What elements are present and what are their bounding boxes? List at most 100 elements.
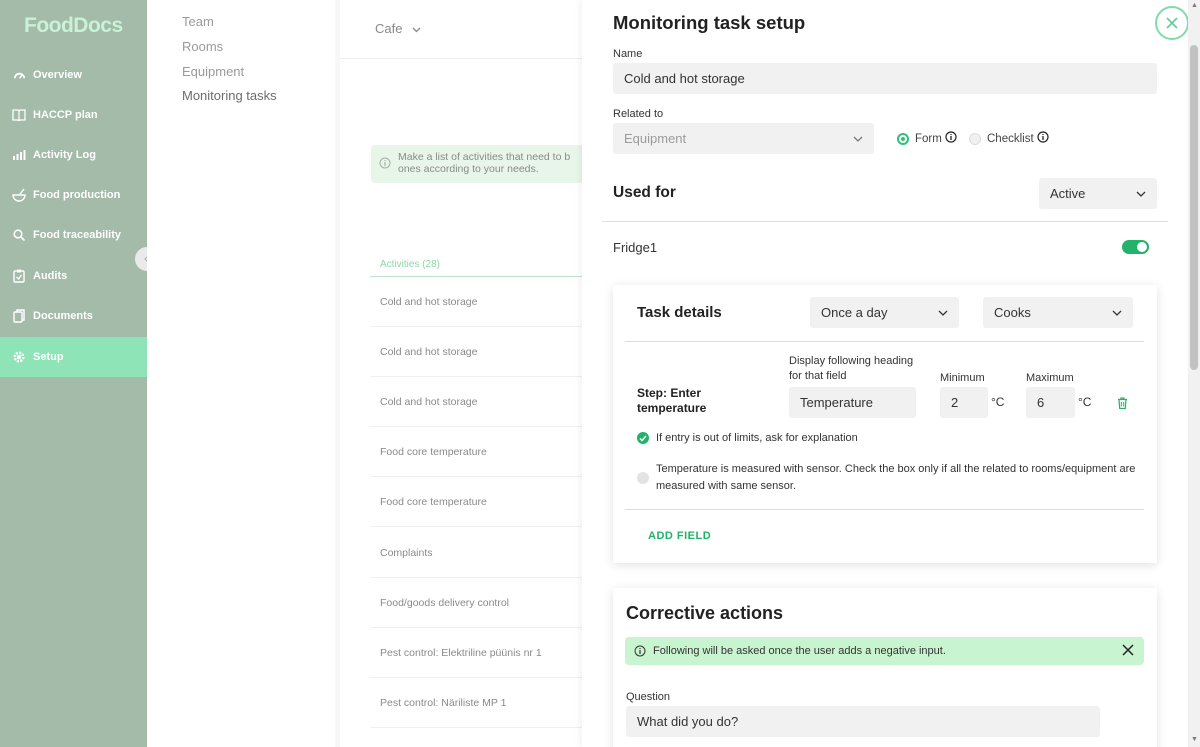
location-select[interactable]: Cafe [375, 21, 421, 36]
radio-form[interactable]: Form [897, 131, 957, 146]
close-icon[interactable] [1122, 644, 1134, 659]
maximum-unit: °C [1078, 395, 1092, 409]
bowl-icon [12, 188, 26, 202]
list-item[interactable]: Cold and hot storage [370, 277, 585, 327]
radio-form-label: Form [915, 132, 942, 145]
heading-value: Temperature [800, 395, 873, 410]
question-label: Question [626, 691, 671, 703]
maximum-input[interactable]: 6 [1026, 387, 1075, 418]
name-value: Cold and hot storage [624, 71, 745, 86]
heading-label: Display following heading for that field [789, 355, 914, 382]
activities-pane: Cafe Make a list of activities that need… [340, 0, 585, 747]
scroll-up-icon[interactable]: ▲ [1191, 2, 1198, 9]
related-to-select[interactable]: Equipment [613, 123, 874, 154]
gear-icon [12, 350, 26, 364]
documents-icon [12, 309, 26, 323]
subnav-item-team[interactable]: Team [182, 14, 214, 29]
frequency-select[interactable]: Once a day [810, 297, 959, 328]
add-field-button[interactable]: ADD FIELD [648, 530, 711, 542]
sidebar-item-label: Activity Log [33, 149, 96, 161]
checkbox-checked[interactable] [637, 432, 649, 444]
radio-dot-selected[interactable] [897, 132, 909, 145]
list-item[interactable]: Food core temperature [370, 427, 585, 477]
close-panel-button[interactable] [1155, 6, 1189, 40]
list-item[interactable]: Cold and hot storage [370, 327, 585, 377]
radio-checklist[interactable]: Checklist [969, 131, 1049, 146]
radio-dot[interactable] [969, 132, 981, 145]
divider [602, 221, 1168, 222]
role-select[interactable]: Cooks [983, 297, 1133, 328]
chevron-down-icon [412, 27, 421, 33]
scrollbar[interactable]: ▲ ▼ [1188, 0, 1200, 747]
activities-header: Activities (28) [380, 259, 441, 270]
bar-chart-icon [12, 148, 26, 162]
sidebar-item-setup[interactable]: Setup [0, 337, 147, 377]
question-input[interactable]: What did you do? [626, 706, 1100, 737]
sidebar-item-label: Food production [33, 189, 121, 201]
app-logo[interactable]: FoodDocs [24, 14, 123, 38]
list-item[interactable]: Cold and hot storage [370, 377, 585, 427]
sidebar-item-audits[interactable]: Audits [0, 256, 147, 296]
equipment-toggle[interactable] [1122, 240, 1149, 254]
chevron-down-icon [1112, 310, 1122, 316]
checkbox-label: Temperature is measured with sensor. Che… [656, 463, 1136, 492]
info-icon[interactable] [1037, 131, 1049, 146]
minimum-input[interactable]: 2 [940, 387, 988, 418]
minimum-value: 2 [951, 395, 959, 410]
location-value: Cafe [375, 21, 403, 36]
explanation-checkbox-row[interactable]: If entry is out of limits, ask for expla… [637, 430, 1137, 447]
scroll-down-icon[interactable]: ▼ [1191, 736, 1198, 743]
sidebar-item-label: Setup [33, 351, 64, 363]
maximum-value: 6 [1037, 395, 1045, 410]
corrective-actions-card: Corrective actions Following will be ask… [613, 588, 1157, 747]
question-value: What did you do? [637, 714, 739, 729]
divider [340, 58, 585, 59]
sidebar-item-food-production[interactable]: Food production [0, 175, 147, 215]
status-select[interactable]: Active [1039, 178, 1157, 209]
used-for-title: Used for [613, 184, 676, 201]
step-label: Step: Enter temperature [637, 386, 707, 415]
sidebar-item-activity-log[interactable]: Activity Log [0, 135, 147, 175]
list-item[interactable]: Complaints [370, 528, 585, 578]
sidebar-item-label: Overview [33, 69, 82, 81]
sidebar-item-label: HACCP plan [33, 109, 98, 121]
minimum-unit: °C [991, 395, 1005, 409]
corrective-actions-title: Corrective actions [626, 603, 784, 623]
alert-text: Following will be asked once the user ad… [653, 645, 946, 657]
sidebar-item-label: Documents [33, 310, 93, 322]
task-details-card: Task details Once a day Cooks Step: Ente… [613, 285, 1157, 563]
related-to-value: Equipment [624, 131, 687, 146]
sidebar-item-haccp-plan[interactable]: HACCP plan [0, 95, 147, 135]
trash-icon[interactable] [1117, 396, 1128, 414]
sidebar-item-overview[interactable]: Overview [0, 55, 147, 95]
panel-title: Monitoring task setup [613, 12, 806, 33]
sensor-checkbox-row[interactable]: Temperature is measured with sensor. Che… [637, 461, 1137, 495]
minimum-label: Minimum [940, 372, 985, 384]
checkbox-unchecked[interactable] [637, 472, 649, 484]
subnav-item-monitoring-tasks[interactable]: Monitoring tasks [182, 88, 277, 103]
list-item[interactable]: Food core temperature [370, 477, 585, 527]
subnav-item-rooms[interactable]: Rooms [182, 39, 223, 54]
sidebar-item-documents[interactable]: Documents [0, 296, 147, 336]
list-item[interactable]: Pest control: Elektriline püünis nr 1 [370, 628, 585, 678]
info-icon[interactable] [945, 131, 957, 146]
status-value: Active [1050, 186, 1086, 201]
name-input[interactable]: Cold and hot storage [613, 63, 1157, 94]
chevron-down-icon [938, 310, 948, 316]
radio-checklist-label: Checklist [987, 132, 1034, 145]
divider [625, 509, 1144, 510]
role-value: Cooks [994, 305, 1031, 320]
sidebar-item-food-traceability[interactable]: Food traceability [0, 215, 147, 255]
heading-input[interactable]: Temperature [789, 387, 916, 418]
info-text: Make a list of activities that need to b… [398, 151, 571, 175]
info-icon [379, 157, 391, 172]
list-item[interactable]: Pest control: Näriliste MP 1 [370, 678, 585, 728]
info-alert: Following will be asked once the user ad… [625, 637, 1144, 665]
subnav-item-equipment[interactable]: Equipment [182, 64, 244, 79]
main-sidebar: FoodDocs Overview HACCP plan Activity Lo… [0, 0, 147, 747]
chevron-down-icon [853, 136, 863, 142]
divider [625, 341, 1144, 342]
list-item[interactable]: Food/goods delivery control [370, 578, 585, 628]
sidebar-item-label: Food traceability [33, 229, 122, 241]
scrollbar-thumb[interactable] [1190, 45, 1198, 370]
